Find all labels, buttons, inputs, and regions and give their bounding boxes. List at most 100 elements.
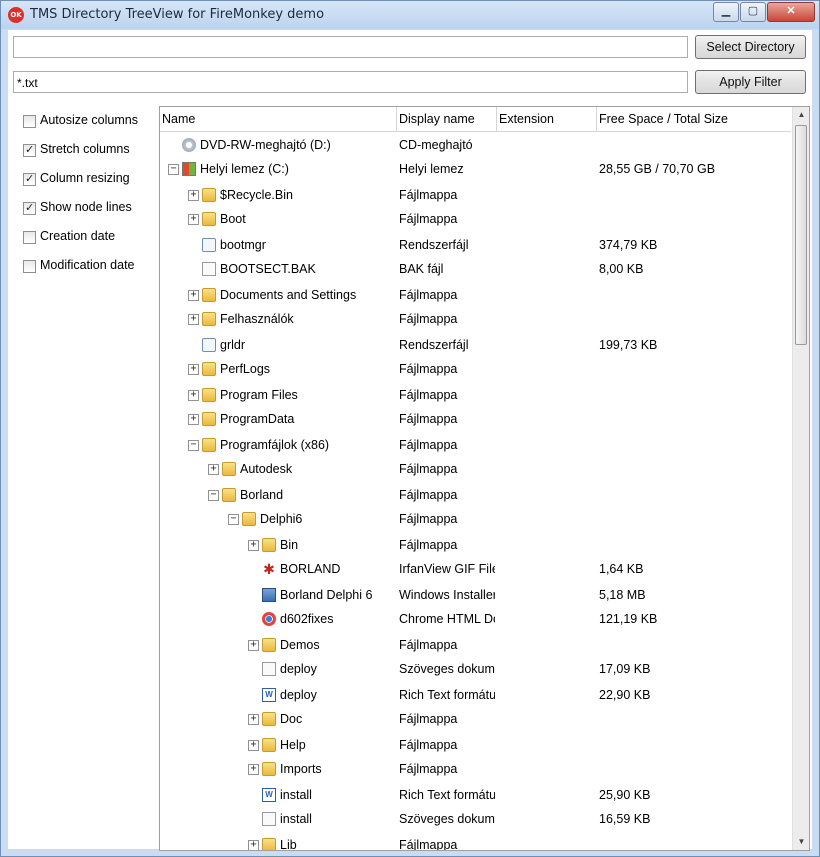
tree-row[interactable]: deploy Szöveges dokume 17,09 KB xyxy=(160,657,791,681)
tree-row[interactable]: − Programfájlok (x86) Fájlmappa xyxy=(160,433,791,457)
vertical-scrollbar[interactable]: ▲ ▼ xyxy=(792,107,809,850)
cell-name: Delphi6 xyxy=(260,512,303,526)
tree-row[interactable]: + Help Fájlmappa xyxy=(160,733,791,757)
tree-row[interactable]: + Program Files Fájlmappa xyxy=(160,383,791,407)
app-icon: OK xyxy=(8,7,24,23)
cell-display-name: Fájlmappa xyxy=(399,438,458,452)
cd-drive-icon xyxy=(182,138,196,152)
checkbox[interactable]: ✓ xyxy=(23,202,36,215)
tree-row[interactable]: − Borland Fájlmappa xyxy=(160,483,791,507)
title-bar[interactable]: OK TMS Directory TreeView for FireMonkey… xyxy=(1,1,819,29)
scroll-down-icon[interactable]: ▼ xyxy=(793,834,809,850)
expand-icon[interactable]: + xyxy=(188,390,199,401)
tree-row[interactable]: grldr Rendszerfájl 199,73 KB xyxy=(160,333,791,357)
tree-row[interactable]: + ProgramData Fájlmappa xyxy=(160,407,791,431)
column-header-extension[interactable]: Extension xyxy=(497,107,597,131)
cell-name: Help xyxy=(280,738,306,752)
tree-row[interactable]: BOOTSECT.BAK BAK fájl 8,00 KB xyxy=(160,257,791,281)
expand-icon[interactable]: + xyxy=(248,714,259,725)
close-button[interactable]: ✕ xyxy=(767,2,815,22)
tree-row[interactable]: Wdeploy Rich Text formátur 22,90 KB xyxy=(160,683,791,707)
tree-row[interactable]: + Demos Fájlmappa xyxy=(160,633,791,657)
checkbox[interactable] xyxy=(23,115,36,128)
expand-icon[interactable]: + xyxy=(248,740,259,751)
tree-row[interactable]: + Autodesk Fájlmappa xyxy=(160,457,791,481)
tree-row[interactable]: + Boot Fájlmappa xyxy=(160,207,791,231)
checkmark-icon: ✓ xyxy=(25,202,35,214)
cell-name: Demos xyxy=(280,638,320,652)
tree-row[interactable]: ✱ BORLAND IrfanView GIF File 1,64 KB xyxy=(160,557,791,581)
expand-icon[interactable]: + xyxy=(208,464,219,475)
filter-input[interactable]: *.txt xyxy=(13,71,688,93)
minimize-button[interactable]: ▁ xyxy=(713,2,739,22)
expand-icon[interactable]: + xyxy=(248,764,259,775)
cell-size: 121,19 KB xyxy=(599,612,658,626)
checkbox[interactable] xyxy=(23,260,36,273)
expand-icon[interactable]: + xyxy=(248,640,259,651)
maximize-button[interactable]: ▢ xyxy=(740,2,766,22)
tree-row[interactable]: + $Recycle.Bin Fájlmappa xyxy=(160,183,791,207)
cell-name: d602fixes xyxy=(280,612,334,626)
folder-icon xyxy=(222,462,236,476)
column-header-display-name[interactable]: Display name xyxy=(397,107,497,131)
column-header: Name Display name Extension Free Space /… xyxy=(160,107,791,132)
tree-row[interactable]: + Bin Fájlmappa xyxy=(160,533,791,557)
select-directory-button[interactable]: Select Directory xyxy=(695,35,806,59)
folder-icon xyxy=(262,738,276,752)
cell-display-name: Fájlmappa xyxy=(399,188,458,202)
cell-name: Programfájlok (x86) xyxy=(220,438,330,452)
expand-icon[interactable]: + xyxy=(188,314,199,325)
option-label: Stretch columns xyxy=(40,142,130,156)
tree-row[interactable]: bootmgr Rendszerfájl 374,79 KB xyxy=(160,233,791,257)
cell-display-name: IrfanView GIF File xyxy=(399,562,495,576)
checkmark-icon: ✓ xyxy=(25,144,35,156)
cell-name: Borland Delphi 6 xyxy=(280,588,373,602)
cell-name: Boot xyxy=(220,212,246,226)
checkbox[interactable] xyxy=(23,231,36,244)
rtf-document-icon: W xyxy=(262,688,276,702)
expand-icon[interactable]: + xyxy=(188,214,199,225)
checkbox[interactable]: ✓ xyxy=(23,144,36,157)
tree-row[interactable]: install Szöveges dokume 16,59 KB xyxy=(160,807,791,831)
apply-filter-button[interactable]: Apply Filter xyxy=(695,70,806,94)
scroll-up-icon[interactable]: ▲ xyxy=(793,107,809,123)
cell-name: deploy xyxy=(280,662,317,676)
cell-name: install xyxy=(280,812,312,826)
gif-image-icon: ✱ xyxy=(262,561,276,577)
tree-row[interactable]: − Helyi lemez (C:) Helyi lemez 28,55 GB / 7… xyxy=(160,157,791,181)
tree-row[interactable]: + Imports Fájlmappa xyxy=(160,757,791,781)
tree-row[interactable]: Borland Delphi 6 Windows Installer 5,18 MB xyxy=(160,583,791,607)
tree-row[interactable]: + PerfLogs Fájlmappa xyxy=(160,357,791,381)
expand-icon[interactable]: + xyxy=(188,190,199,201)
scrollbar-thumb[interactable] xyxy=(795,125,807,345)
cell-display-name: Fájlmappa xyxy=(399,712,458,726)
expand-icon[interactable]: + xyxy=(188,414,199,425)
collapse-icon[interactable]: − xyxy=(168,164,179,175)
tree-row[interactable]: + Documents and Settings Fájlmappa xyxy=(160,283,791,307)
collapse-icon[interactable]: − xyxy=(188,440,199,451)
collapse-icon[interactable]: − xyxy=(208,490,219,501)
tree-row[interactable]: − Delphi6 Fájlmappa xyxy=(160,507,791,531)
expand-icon[interactable]: + xyxy=(188,290,199,301)
tree-row[interactable]: + Doc Fájlmappa xyxy=(160,707,791,731)
tree-row[interactable]: DVD-RW-meghajtó (D:) CD-meghajtó xyxy=(160,133,791,157)
folder-icon xyxy=(202,362,216,376)
window-title: TMS Directory TreeView for FireMonkey de… xyxy=(30,7,325,22)
expand-icon[interactable]: + xyxy=(188,364,199,375)
option-label: Column resizing xyxy=(40,171,130,185)
tree-row[interactable]: + Lib Fájlmappa xyxy=(160,833,791,850)
column-header-name[interactable]: Name xyxy=(160,107,397,131)
expand-icon[interactable]: + xyxy=(248,540,259,551)
directory-treeview[interactable]: Name Display name Extension Free Space /… xyxy=(159,106,810,851)
tree-row[interactable]: Winstall Rich Text formátur 25,90 KB xyxy=(160,783,791,807)
tree-row[interactable]: d602fixes Chrome HTML Do 121,19 KB xyxy=(160,607,791,631)
column-header-size[interactable]: Free Space / Total Size xyxy=(597,107,791,131)
tree-row[interactable]: + Felhasználók Fájlmappa xyxy=(160,307,791,331)
option-label: Autosize columns xyxy=(40,113,138,127)
collapse-icon[interactable]: − xyxy=(228,514,239,525)
expand-icon[interactable]: + xyxy=(248,840,259,850)
folder-icon xyxy=(202,412,216,426)
checkbox[interactable]: ✓ xyxy=(23,173,36,186)
directory-input[interactable] xyxy=(13,36,688,58)
cell-display-name: Szöveges dokume xyxy=(399,812,495,826)
